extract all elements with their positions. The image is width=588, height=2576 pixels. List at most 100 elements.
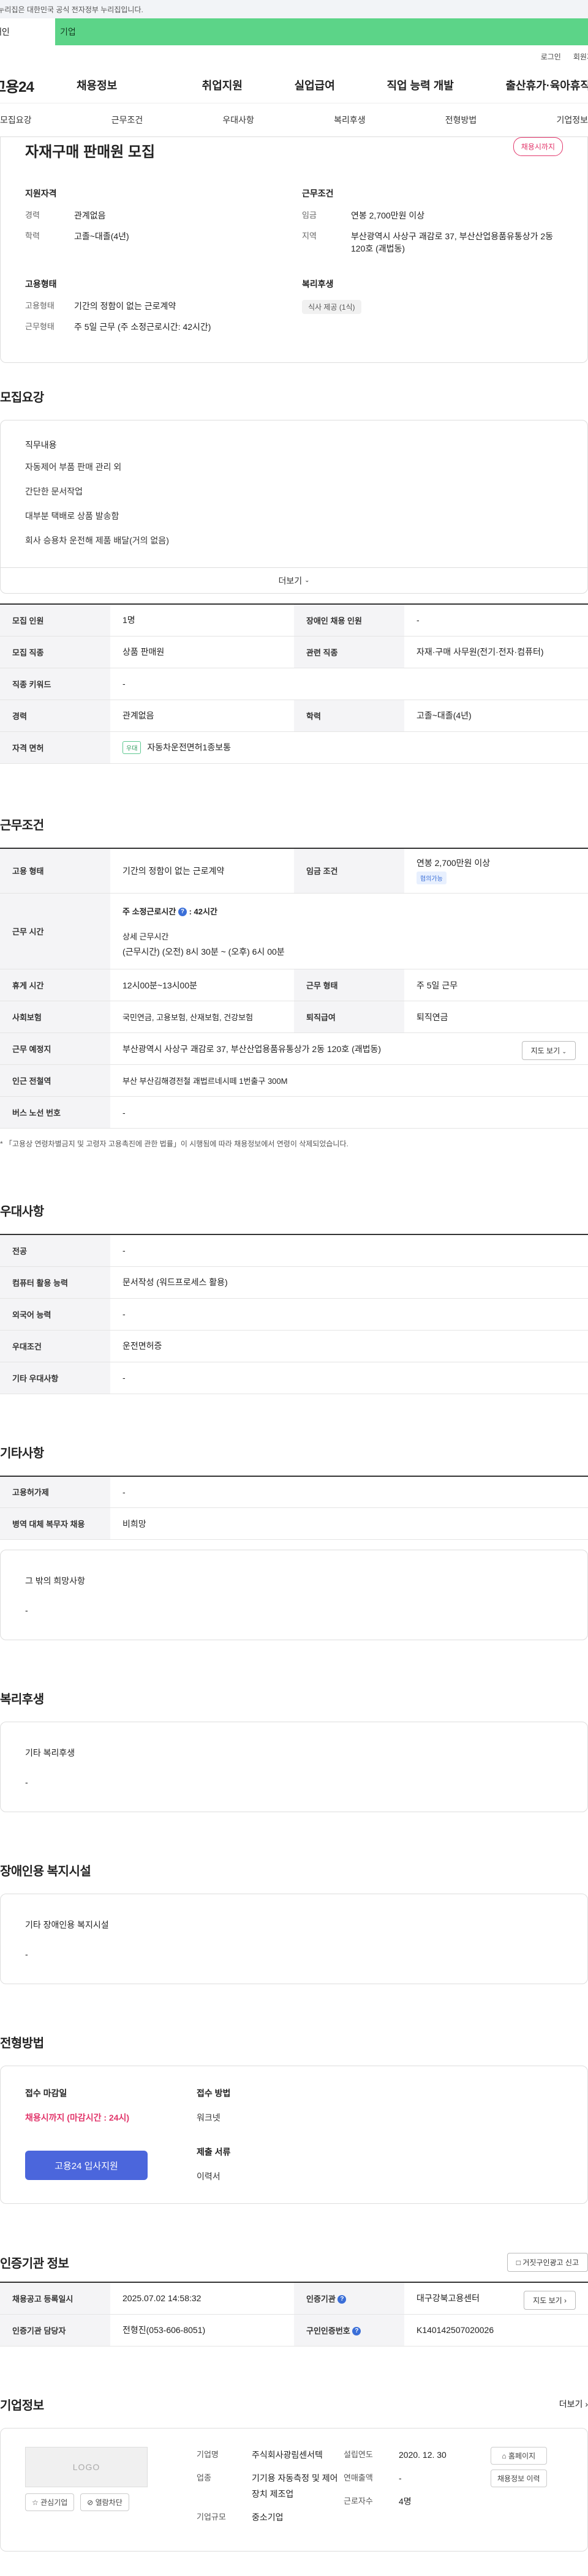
table-value: 기간의 정함이 없는 근로계약: [110, 848, 294, 894]
table-row: 근무 시간 주 소정근로시간 ? : 42시간 상세 근무시간 (근무시간) (…: [0, 894, 588, 969]
table-value: 대구강북고용센터 지도 보기 ›: [404, 2282, 588, 2314]
summary-welfare: 복리후생 식사 제공 (1식): [302, 278, 563, 342]
table-key: 근무 예정지: [0, 1033, 110, 1065]
tab-personal[interactable]: 개인: [0, 18, 55, 45]
gnb-item-jobs[interactable]: 채용정보: [77, 77, 150, 93]
company-row: 근로자수4명: [344, 2493, 491, 2509]
section-pref-title: 우대사항: [0, 1201, 588, 1219]
welfare-value: -: [25, 1777, 563, 1787]
wage-negotiable-tag: 협의가능: [417, 872, 447, 884]
anchor-recruit[interactable]: 모집요강: [0, 114, 32, 126]
welfare-tag: 식사 제공 (1식): [302, 300, 361, 314]
tab-company[interactable]: 기업: [55, 18, 588, 45]
table-key: 모집 직종: [0, 636, 110, 668]
table-key: 인증기관 ?: [294, 2282, 404, 2314]
info-icon[interactable]: ?: [337, 2295, 346, 2304]
table-key: 외국어 능력: [0, 1298, 110, 1330]
deadline-badge: 채용시까지: [513, 137, 563, 156]
duty-item: 대부분 택배로 상품 발송함: [25, 510, 563, 522]
table-key: 기타 우대사항: [0, 1362, 110, 1394]
table-value: 우대자동차운전면허1종보통: [110, 731, 588, 763]
login-link[interactable]: 로그인: [541, 51, 561, 62]
signup-link[interactable]: 회원가입: [573, 51, 588, 62]
table-value: 문서작성 (워드프로세스 활용): [110, 1266, 588, 1298]
anchor-welfare[interactable]: 복리후생: [334, 114, 366, 126]
table-row: 전공-: [0, 1234, 588, 1266]
info-icon[interactable]: ?: [178, 908, 187, 916]
table-value: 1명: [110, 604, 294, 636]
anchor-company[interactable]: 기업정보: [556, 114, 588, 126]
table-value: 국민연금, 고용보험, 산재보험, 건강보험: [110, 1001, 294, 1033]
license-value: 자동차운전면허1종보통: [147, 742, 231, 752]
job-history-button[interactable]: 채용정보 이력: [491, 2470, 547, 2487]
table-key: 병역 대체 복무자 채용: [0, 1508, 110, 1540]
anchor-work[interactable]: 근무조건: [111, 114, 143, 126]
summary-row: 지역부산광역시 사상구 괘감로 37, 부산산업용품유통상가 2동 120호 (…: [302, 230, 563, 255]
weekly-hours-value: 42시간: [194, 907, 217, 916]
table-row: 채용공고 등록일시2025.07.02 14:58:32 인증기관 ? 대구강북…: [0, 2282, 588, 2314]
table-key: 고용 형태: [0, 848, 110, 894]
table-value: 주 5일 근무: [404, 969, 588, 1001]
duty-item: 회사 승용차 운전해 제품 배달(거의 없음): [25, 534, 563, 547]
report-fake-ad-button[interactable]: □ 거짓구인광고 신고: [507, 2253, 588, 2272]
gnb-item-support[interactable]: 취업지원: [202, 77, 243, 93]
welfare-card: 기타 복리후생 -: [0, 1722, 588, 1812]
summary-conditions: 근무조건 임금연봉 2,700만원 이상 지역부산광역시 사상구 괘감로 37,…: [302, 187, 563, 263]
apply-button[interactable]: 고용24 입사지원: [25, 2151, 148, 2180]
table-value: -: [110, 1476, 588, 1508]
company-row: 기업명주식회사광림센서텍: [197, 2447, 344, 2463]
table-key: 학력: [294, 700, 404, 731]
table-value: 부산광역시 사상구 괘감로 37, 부산산업용품유통상가 2동 120호 (괘법…: [110, 1033, 588, 1065]
anchor-process[interactable]: 전형방법: [445, 114, 477, 126]
weekly-hours-label: 주 소정근로시간: [123, 907, 176, 916]
tab-personal-label: 개인: [0, 26, 10, 38]
summary-employment: 고용형태 고용형태기간의 정함이 없는 근로계약 근무형태주 5일 근무 (주 …: [25, 278, 302, 342]
table-row: 기타 우대사항-: [0, 1362, 588, 1394]
table-key: 자격 면허: [0, 731, 110, 763]
disabled-label: 기타 장애인용 복지시설: [25, 1919, 563, 1931]
site-logo[interactable]: 고용24: [0, 75, 77, 96]
work-table: 고용 형태기간의 정함이 없는 근로계약 임금 조건 연봉 2,700만원 이상…: [0, 848, 588, 1129]
chevron-down-icon: ⌄: [304, 577, 309, 584]
table-value: 퇴직연금: [404, 1001, 588, 1033]
table-value: K140142507020026: [404, 2314, 588, 2346]
method-value: 워크넷: [197, 2111, 230, 2124]
cert-map-button-label: 지도 보기: [533, 2296, 562, 2305]
section-anchor-nav: 모집요강 근무조건 우대사항 복리후생 전형방법 기업정보: [0, 103, 588, 137]
homepage-button[interactable]: ⌂ 홈페이지: [491, 2447, 547, 2465]
duty-more-button[interactable]: 더보기 ⌄: [1, 567, 587, 593]
section-etc-title: 기타사항: [0, 1443, 588, 1461]
table-key: 경력: [0, 700, 110, 731]
table-key: 전공: [0, 1234, 110, 1266]
company-logo: LOGO: [25, 2447, 148, 2487]
company-col-b: 설립연도2020. 12. 30 연매출액- 근로자수4명: [344, 2447, 491, 2533]
apply-button-label: 고용24 입사지원: [55, 2159, 118, 2172]
favorite-company-button[interactable]: ☆ 관심기업: [25, 2493, 74, 2511]
cert-org-label: 인증기관: [306, 2294, 336, 2304]
cert-map-button[interactable]: 지도 보기 ›: [524, 2291, 576, 2310]
table-value: 주 소정근로시간 ? : 42시간 상세 근무시간 (근무시간) (오전) 8시…: [110, 894, 588, 969]
table-value: -: [110, 1362, 588, 1394]
duty-card: 직무내용 자동제어 부품 판매 관리 외 간단한 문서작업 대부분 택배로 상품…: [0, 420, 588, 594]
table-key: 우대조건: [0, 1330, 110, 1362]
deadline-column: 접수 마감일 채용시까지 (마감시간 : 24시) 고용24 입사지원: [25, 2087, 197, 2182]
summary-grid: 지원자격 경력관계없음 학력고졸~대졸(4년) 근무조건 임금연봉 2,700만…: [25, 187, 563, 342]
cert-org-value: 대구강북고용센터: [417, 2293, 480, 2303]
anchor-pref[interactable]: 우대사항: [222, 114, 254, 126]
table-value: -: [110, 1298, 588, 1330]
section-work-title: 근무조건: [0, 815, 588, 833]
table-key: 사회보험: [0, 1001, 110, 1033]
gnb-item-training[interactable]: 직업 능력 개발: [386, 77, 453, 93]
table-value: -: [110, 1234, 588, 1266]
map-button[interactable]: 지도 보기 ⌄: [522, 1041, 576, 1060]
company-col-a: 기업명주식회사광림센서텍 업종기기용 자동측정 및 제어장치 제조업 기업규모중…: [197, 2447, 344, 2533]
gnb-item-unemployment[interactable]: 실업급여: [295, 77, 335, 93]
company-more-link[interactable]: 더보기 ›: [559, 2398, 588, 2410]
disabled-value: -: [25, 1949, 563, 1959]
info-icon[interactable]: ?: [352, 2327, 361, 2335]
table-value: 전형진(053-606-8051): [110, 2314, 294, 2346]
table-key: 구인인증번호 ?: [294, 2314, 404, 2346]
gnb-item-leave[interactable]: 출산휴가·육아휴직: [506, 77, 588, 93]
pref-table: 전공- 컴퓨터 활용 능력문서작성 (워드프로세스 활용) 외국어 능력- 우대…: [0, 1234, 588, 1394]
block-view-button[interactable]: ⊘ 열람차단: [80, 2493, 129, 2511]
